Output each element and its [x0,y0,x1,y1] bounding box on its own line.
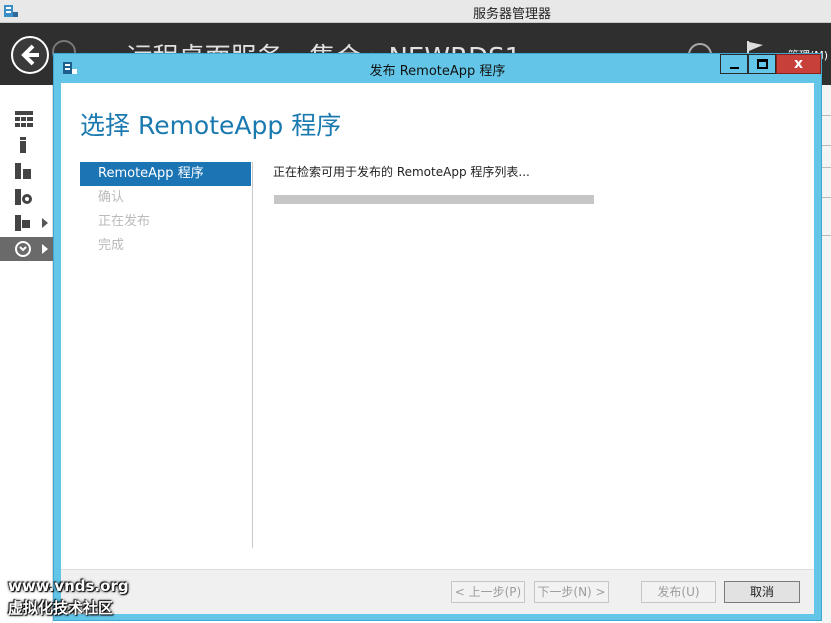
maximize-icon [757,59,768,69]
step-publishing: 正在发布 [98,214,151,229]
publish-button[interactable]: 发布(U) [641,581,716,603]
nav-all-servers[interactable] [0,159,53,183]
dialog-titlebar[interactable]: 发布 RemoteApp 程序 x [54,54,821,82]
close-icon: x [793,56,804,72]
watermark-url: www.vnds.org [8,577,129,595]
progress-bar [274,195,594,204]
all-servers-icon [15,163,31,179]
remote-desktop-services-icon [15,241,31,257]
step-remoteapp-programs[interactable]: RemoteApp 程序 [80,162,251,186]
back-button[interactable] [11,36,49,74]
step-completion: 完成 [98,238,125,253]
previous-button[interactable]: < 上一步(P) [451,581,525,603]
expand-arrow-icon[interactable] [42,244,48,254]
publish-remoteapp-dialog: 发布 RemoteApp 程序 x 选择 RemoteApp 程序 Remote… [53,53,822,621]
nav-file-storage[interactable] [0,185,53,209]
minimize-button[interactable] [720,54,748,74]
steps-divider [252,162,253,548]
step-confirm: 确认 [98,190,125,205]
next-button[interactable]: 下一步(N) > [534,581,609,603]
local-server-icon [20,137,26,153]
file-storage-icon [15,189,32,205]
dialog-title: 发布 RemoteApp 程序 [369,64,506,79]
cancel-button[interactable]: 取消 [724,581,800,603]
server-manager-title: 服务器管理器 [472,7,551,22]
expand-arrow-icon[interactable] [42,218,48,228]
maximize-button[interactable] [748,54,776,74]
page-title: 选择 RemoteApp 程序 [80,111,342,140]
dialog-footer: < 上一步(P) 下一步(N) > 发布(U) 取消 [61,569,814,614]
nav-remote-desktop-services[interactable] [0,237,53,261]
watermark-text: 虚拟化技术社区 [8,599,114,617]
nav-iis[interactable] [0,211,53,235]
dashboard-icon [15,111,33,127]
minimize-icon [730,67,739,69]
progress-bar-fill [274,195,594,204]
right-edge-panel [822,85,831,623]
status-text: 正在检索可用于发布的 RemoteApp 程序列表... [273,165,530,179]
dialog-content: 选择 RemoteApp 程序 RemoteApp 程序 确认 正在发布 完成 … [61,83,814,614]
server-manager-nav [0,85,53,623]
nav-local-server[interactable] [0,133,53,157]
close-button[interactable]: x [776,54,821,74]
iis-icon [15,215,30,231]
watermark: www.vnds.org 虚拟化技术社区 [8,577,129,618]
wizard-steps: RemoteApp 程序 确认 正在发布 完成 [80,162,251,258]
back-arrow-icon [21,44,39,66]
nav-dashboard[interactable] [0,107,53,131]
server-manager-titlebar: 服务器管理器 [0,0,831,23]
